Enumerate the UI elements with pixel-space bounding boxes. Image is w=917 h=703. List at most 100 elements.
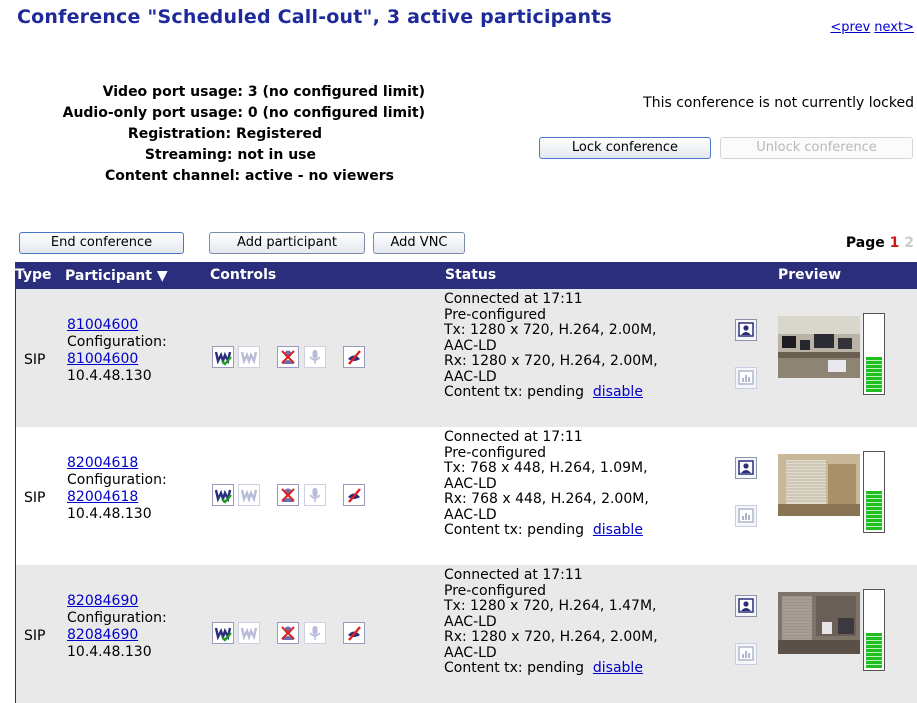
microphone-icon[interactable] [304, 346, 326, 368]
unlock-conference-button[interactable]: Unlock conference [720, 137, 913, 159]
status-connected: Connected at 17:11 [444, 429, 583, 445]
status-rx-audio: AAC-LD [444, 506, 497, 523]
audio-level-meter [863, 313, 885, 395]
header-type: Type [15, 267, 52, 283]
participant-type: SIP [24, 352, 46, 368]
status-content: Content tx: pending [444, 660, 584, 676]
status-tx-audio: AAC-LD [444, 337, 497, 354]
disable-content-link[interactable]: disable [593, 384, 643, 400]
status-tx: Tx: 1280 x 720, H.264, 2.00M, [444, 322, 657, 338]
configuration-link[interactable]: 81004600 [67, 351, 138, 367]
participant-cell: 82084690 Configuration: 82084690 10.4.48… [67, 593, 167, 661]
disable-content-link[interactable]: disable [593, 522, 643, 538]
lock-conference-button[interactable]: Lock conference [539, 137, 711, 159]
video-participant-dim-icon[interactable] [238, 484, 260, 506]
pager-nav: <prev next> [826, 20, 914, 35]
participant-link[interactable]: 82084690 [67, 593, 138, 609]
header-controls: Controls [210, 267, 277, 283]
audio-level-fill [866, 491, 882, 530]
streaming-status: Streaming: not in use [144, 147, 316, 163]
video-participant-check-icon[interactable] [212, 622, 234, 644]
add-participant-button[interactable]: Add participant [209, 232, 365, 254]
configuration-label: Configuration: [67, 472, 167, 488]
content-disable-icon[interactable] [343, 622, 365, 644]
participant-ip: 10.4.48.130 [67, 506, 152, 522]
mute-video-icon[interactable] [277, 622, 299, 644]
status-rx: Rx: 1280 x 720, H.264, 2.00M, [444, 353, 658, 369]
header-participant[interactable]: Participant ▼ [65, 268, 168, 284]
status-rx-audio: AAC-LD [444, 644, 497, 661]
video-participant-dim-icon[interactable] [238, 622, 260, 644]
status-tx: Tx: 1280 x 720, H.264, 1.47M, [444, 598, 657, 614]
participant-ip: 10.4.48.130 [67, 368, 152, 384]
add-vnc-button[interactable]: Add VNC [373, 232, 465, 254]
page-other[interactable]: 2 [904, 235, 914, 251]
next-link[interactable]: next> [874, 20, 914, 35]
video-preview-thumbnail[interactable] [778, 454, 860, 516]
disable-content-link[interactable]: disable [593, 660, 643, 676]
pagination: Page 1 2 [845, 235, 914, 251]
microphone-icon[interactable] [304, 622, 326, 644]
prev-link[interactable]: <prev [830, 20, 870, 35]
layout-icon[interactable] [735, 319, 757, 341]
page-current: 1 [889, 235, 900, 251]
microphone-icon[interactable] [304, 484, 326, 506]
page-title: Conference "Scheduled Call-out", 3 activ… [17, 6, 612, 28]
audio-level-meter [863, 589, 885, 671]
participant-type: SIP [24, 628, 46, 644]
content-channel-status: Content channel: active - no viewers [105, 168, 394, 184]
statistics-icon[interactable] [735, 505, 757, 527]
status-rx: Rx: 1280 x 720, H.264, 2.00M, [444, 629, 658, 645]
video-preview-thumbnail[interactable] [778, 316, 860, 378]
statistics-icon[interactable] [735, 367, 757, 389]
sort-down-icon: ▼ [156, 268, 168, 284]
participant-link[interactable]: 82004618 [67, 455, 138, 471]
layout-icon[interactable] [735, 595, 757, 617]
participant-cell: 81004600 Configuration: 81004600 10.4.48… [67, 317, 167, 385]
video-participant-check-icon[interactable] [212, 484, 234, 506]
video-participant-dim-icon[interactable] [238, 346, 260, 368]
registration-status: Registration: Registered [127, 126, 322, 142]
status-content: Content tx: pending [444, 522, 584, 538]
status-rx-audio: AAC-LD [444, 368, 497, 385]
status-content: Content tx: pending [444, 384, 584, 400]
status-preconfigured: Pre-configured [444, 306, 546, 323]
status-tx-audio: AAC-LD [444, 613, 497, 630]
mute-video-icon[interactable] [277, 346, 299, 368]
participant-link[interactable]: 81004600 [67, 317, 138, 333]
participant-type: SIP [24, 490, 46, 506]
participant-status: Connected at 17:11 Pre-configured Tx: 76… [444, 429, 649, 539]
statistics-icon[interactable] [735, 643, 757, 665]
table-row: SIP 81004600 Configuration: 81004600 10.… [15, 289, 917, 427]
participants-table: Type Participant ▼ Controls Status Previ… [15, 262, 917, 703]
video-participant-check-icon[interactable] [212, 346, 234, 368]
video-preview-thumbnail[interactable] [778, 592, 860, 654]
configuration-link[interactable]: 82084690 [67, 627, 138, 643]
status-tx: Tx: 768 x 448, H.264, 1.09M, [444, 460, 648, 476]
status-tx-audio: AAC-LD [444, 475, 497, 492]
mute-video-icon[interactable] [277, 484, 299, 506]
audio-level-fill [866, 357, 882, 392]
content-disable-icon[interactable] [343, 484, 365, 506]
content-disable-icon[interactable] [343, 346, 365, 368]
end-conference-button[interactable]: End conference [19, 232, 184, 254]
conference-info: Video port usage: 3 (no configured limit… [20, 82, 430, 187]
status-rx: Rx: 768 x 448, H.264, 2.00M, [444, 491, 649, 507]
participant-ip: 10.4.48.130 [67, 644, 152, 660]
table-row: SIP 82004618 Configuration: 82004618 10.… [15, 427, 917, 565]
configuration-label: Configuration: [67, 610, 167, 626]
status-connected: Connected at 17:11 [444, 567, 583, 583]
layout-icon[interactable] [735, 457, 757, 479]
audio-level-meter [863, 451, 885, 533]
audio-level-fill [866, 633, 882, 668]
audio-port-usage: Audio-only port usage: 0 (no configured … [62, 105, 425, 121]
lock-status-text: This conference is not currently locked [643, 95, 914, 111]
status-connected: Connected at 17:11 [444, 291, 583, 307]
participant-status: Connected at 17:11 Pre-configured Tx: 12… [444, 567, 658, 677]
participant-status: Connected at 17:11 Pre-configured Tx: 12… [444, 291, 658, 401]
header-status: Status [445, 267, 497, 283]
status-preconfigured: Pre-configured [444, 444, 546, 461]
table-row: SIP 82084690 Configuration: 82084690 10.… [15, 565, 917, 703]
configuration-link[interactable]: 82004618 [67, 489, 138, 505]
table-header: Type Participant ▼ Controls Status Previ… [15, 262, 917, 289]
